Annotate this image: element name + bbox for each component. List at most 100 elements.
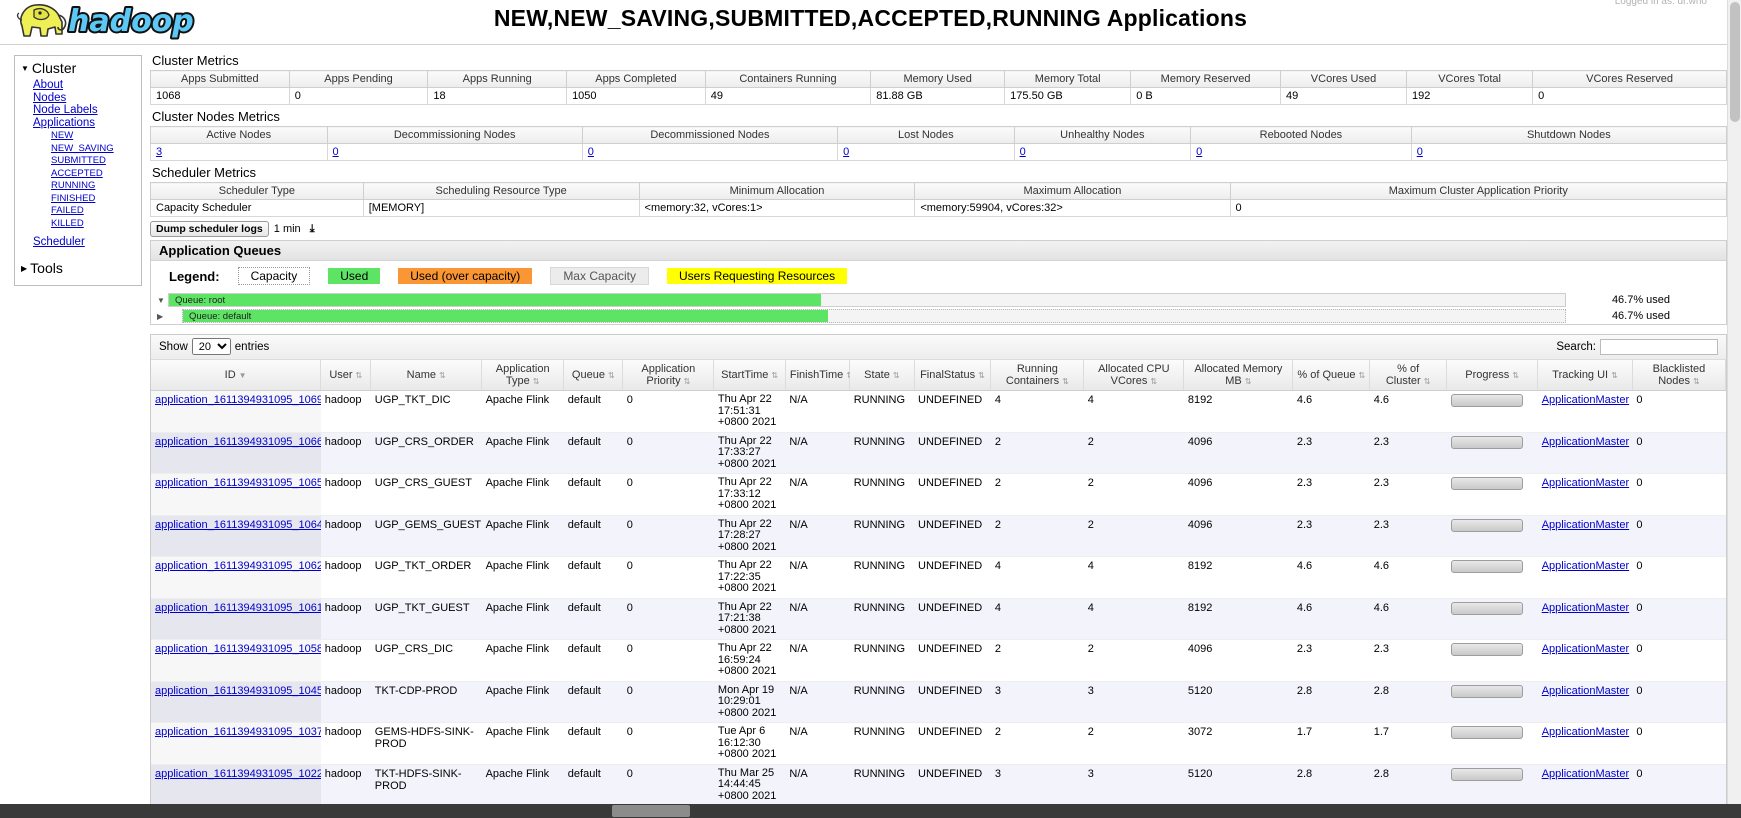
chevron-down-icon[interactable]: ⤓: [310, 223, 315, 236]
th-application-priority[interactable]: Application Priority ⇅: [622, 360, 715, 391]
sidebar-section-tools[interactable]: ▶ Tools: [15, 258, 141, 279]
th-lost-nodes[interactable]: Lost Nodes: [837, 126, 1015, 144]
vertical-scrollbar[interactable]: [1727, 0, 1741, 804]
th-vcores-total[interactable]: VCores Total: [1406, 70, 1534, 88]
horizontal-scrollbar-thumb[interactable]: [612, 805, 690, 817]
sidebar-link-new-saving[interactable]: NEW_SAVING: [51, 143, 114, 154]
sidebar-link-accepted[interactable]: ACCEPTED: [51, 168, 103, 179]
th-decommissioned-nodes[interactable]: Decommissioned Nodes: [581, 126, 839, 144]
cell-id-link[interactable]: application_1611394931095_1062: [155, 560, 321, 572]
th-queue[interactable]: Queue ⇅: [563, 360, 624, 391]
th-memory-reserved[interactable]: Memory Reserved: [1130, 70, 1281, 88]
th-allocated-memory-mb[interactable]: Allocated Memory MB ⇅: [1183, 360, 1294, 391]
sidebar-link-nodes[interactable]: Nodes: [33, 92, 66, 104]
link-active-nodes[interactable]: 3: [156, 146, 162, 158]
cell-id-link[interactable]: application_1611394931095_1058: [155, 643, 321, 655]
cell-tracking-ui-link[interactable]: ApplicationMaster: [1542, 477, 1629, 489]
cell-id-link[interactable]: application_1611394931095_1061: [155, 602, 321, 614]
th-running-containers[interactable]: Running Containers ⇅: [990, 360, 1085, 391]
sidebar-link-scheduler[interactable]: Scheduler: [33, 236, 85, 248]
cell-tracking-ui-link[interactable]: ApplicationMaster: [1542, 394, 1629, 406]
sidebar-item-about[interactable]: About: [15, 79, 141, 92]
link-unhealthy-nodes[interactable]: 0: [1020, 146, 1026, 158]
sidebar-item-applications[interactable]: Applications: [15, 117, 141, 130]
sidebar-link-finished[interactable]: FINISHED: [51, 193, 95, 204]
th-shutdown-nodes[interactable]: Shutdown Nodes: [1410, 126, 1728, 144]
link-decommissioned-nodes[interactable]: 0: [588, 146, 594, 158]
sidebar-item-accepted[interactable]: ACCEPTED: [15, 167, 141, 180]
sidebar-item-failed[interactable]: FAILED: [15, 204, 141, 217]
dump-scheduler-logs-button[interactable]: Dump scheduler logs: [150, 221, 269, 237]
cell-id-link[interactable]: application_1611394931095_1069: [155, 394, 321, 406]
sidebar-link-running[interactable]: RUNNING: [51, 180, 95, 191]
th-pct-of-cluster[interactable]: % of Cluster ⇅: [1369, 360, 1448, 391]
sidebar-item-new[interactable]: NEW: [15, 129, 141, 142]
th-finishtime[interactable]: FinishTime⇅: [785, 360, 853, 391]
th-apps-pending[interactable]: Apps Pending: [288, 70, 429, 88]
th-pct-of-queue[interactable]: % of Queue ⇅: [1292, 360, 1371, 391]
cell-tracking-ui-link[interactable]: ApplicationMaster: [1542, 685, 1629, 697]
th-maximum-allocation[interactable]: Maximum Allocation: [914, 182, 1231, 200]
cell-tracking-ui-link[interactable]: ApplicationMaster: [1542, 519, 1629, 531]
th-active-nodes[interactable]: Active Nodes: [150, 126, 328, 144]
cell-id-link[interactable]: application_1611394931095_1064: [155, 519, 321, 531]
cell-id-link[interactable]: application_1611394931095_1066: [155, 436, 321, 448]
sidebar-item-node-labels[interactable]: Node Labels: [15, 104, 141, 117]
link-lost-nodes[interactable]: 0: [843, 146, 849, 158]
cell-id-link[interactable]: application_1611394931095_1065: [155, 477, 321, 489]
th-state[interactable]: State ⇅: [849, 360, 915, 391]
th-decommissioning-nodes[interactable]: Decommissioning Nodes: [326, 126, 583, 144]
th-application-type[interactable]: Application Type ⇅: [481, 360, 565, 391]
th-user[interactable]: User ⇅: [320, 360, 372, 391]
cell-tracking-ui-link[interactable]: ApplicationMaster: [1542, 643, 1629, 655]
sidebar-item-running[interactable]: RUNNING: [15, 179, 141, 192]
cell-id-link[interactable]: application_1611394931095_1037: [155, 726, 321, 738]
sidebar-item-nodes[interactable]: Nodes: [15, 92, 141, 105]
th-memory-total[interactable]: Memory Total: [1004, 70, 1132, 88]
sidebar-link-submitted[interactable]: SUBMITTED: [51, 155, 106, 166]
th-apps-completed[interactable]: Apps Completed: [566, 70, 706, 88]
sidebar-item-scheduler[interactable]: Scheduler: [15, 236, 141, 249]
th-allocated-cpu-vcores[interactable]: Allocated CPU VCores ⇅: [1083, 360, 1185, 391]
th-starttime[interactable]: StartTime ⇅: [713, 360, 786, 391]
th-max-cluster-app-priority[interactable]: Maximum Cluster Application Priority: [1229, 182, 1728, 200]
cell-tracking-ui-link[interactable]: ApplicationMaster: [1542, 768, 1629, 780]
sidebar-section-cluster[interactable]: ▼ Cluster: [15, 58, 141, 79]
horizontal-scrollbar[interactable]: [0, 804, 1741, 818]
th-progress[interactable]: Progress ⇅: [1446, 360, 1539, 391]
th-scheduler-type[interactable]: Scheduler Type: [150, 182, 364, 200]
queue-row-root[interactable]: ▼ Queue: root 46.7% used: [151, 292, 1726, 308]
sidebar-item-finished[interactable]: FINISHED: [15, 192, 141, 205]
sidebar-link-failed[interactable]: FAILED: [51, 205, 84, 216]
th-name[interactable]: Name ⇅: [370, 360, 483, 391]
sidebar-link-killed[interactable]: KILLED: [51, 218, 84, 229]
vertical-scrollbar-thumb[interactable]: [1730, 2, 1740, 122]
th-blacklisted-nodes[interactable]: Blacklisted Nodes ⇅: [1632, 360, 1727, 391]
th-minimum-allocation[interactable]: Minimum Allocation: [638, 182, 916, 200]
sidebar-item-submitted[interactable]: SUBMITTED: [15, 154, 141, 167]
th-memory-used[interactable]: Memory Used: [870, 70, 1006, 88]
th-containers-running[interactable]: Containers Running: [704, 70, 872, 88]
th-apps-submitted[interactable]: Apps Submitted: [150, 70, 290, 88]
sidebar-item-killed[interactable]: KILLED: [15, 217, 141, 230]
cell-tracking-ui-link[interactable]: ApplicationMaster: [1542, 560, 1629, 572]
search-input[interactable]: [1600, 338, 1718, 355]
th-finalstatus[interactable]: FinalStatus ⇅: [914, 360, 992, 391]
queue-row-default[interactable]: ▶ Queue: default 46.7% used: [151, 308, 1726, 324]
th-apps-running[interactable]: Apps Running: [427, 70, 568, 88]
sidebar-link-node-labels[interactable]: Node Labels: [33, 104, 98, 116]
cell-tracking-ui-link[interactable]: ApplicationMaster: [1542, 726, 1629, 738]
cell-tracking-ui-link[interactable]: ApplicationMaster: [1542, 602, 1629, 614]
link-shutdown-nodes[interactable]: 0: [1417, 146, 1423, 158]
th-scheduling-resource-type[interactable]: Scheduling Resource Type: [362, 182, 640, 200]
link-decommissioning-nodes[interactable]: 0: [333, 146, 339, 158]
cell-id-link[interactable]: application_1611394931095_1045: [155, 685, 321, 697]
th-vcores-reserved[interactable]: VCores Reserved: [1532, 70, 1727, 88]
th-id[interactable]: ID ▼: [151, 360, 322, 391]
cell-tracking-ui-link[interactable]: ApplicationMaster: [1542, 436, 1629, 448]
sidebar-link-about[interactable]: About: [33, 79, 63, 91]
queue-capacity-bar-root[interactable]: Queue: root: [168, 293, 1566, 307]
cell-id-link[interactable]: application_1611394931095_1022: [155, 768, 321, 780]
th-vcores-used[interactable]: VCores Used: [1279, 70, 1408, 88]
th-tracking-ui[interactable]: Tracking UI ⇅: [1537, 360, 1633, 391]
